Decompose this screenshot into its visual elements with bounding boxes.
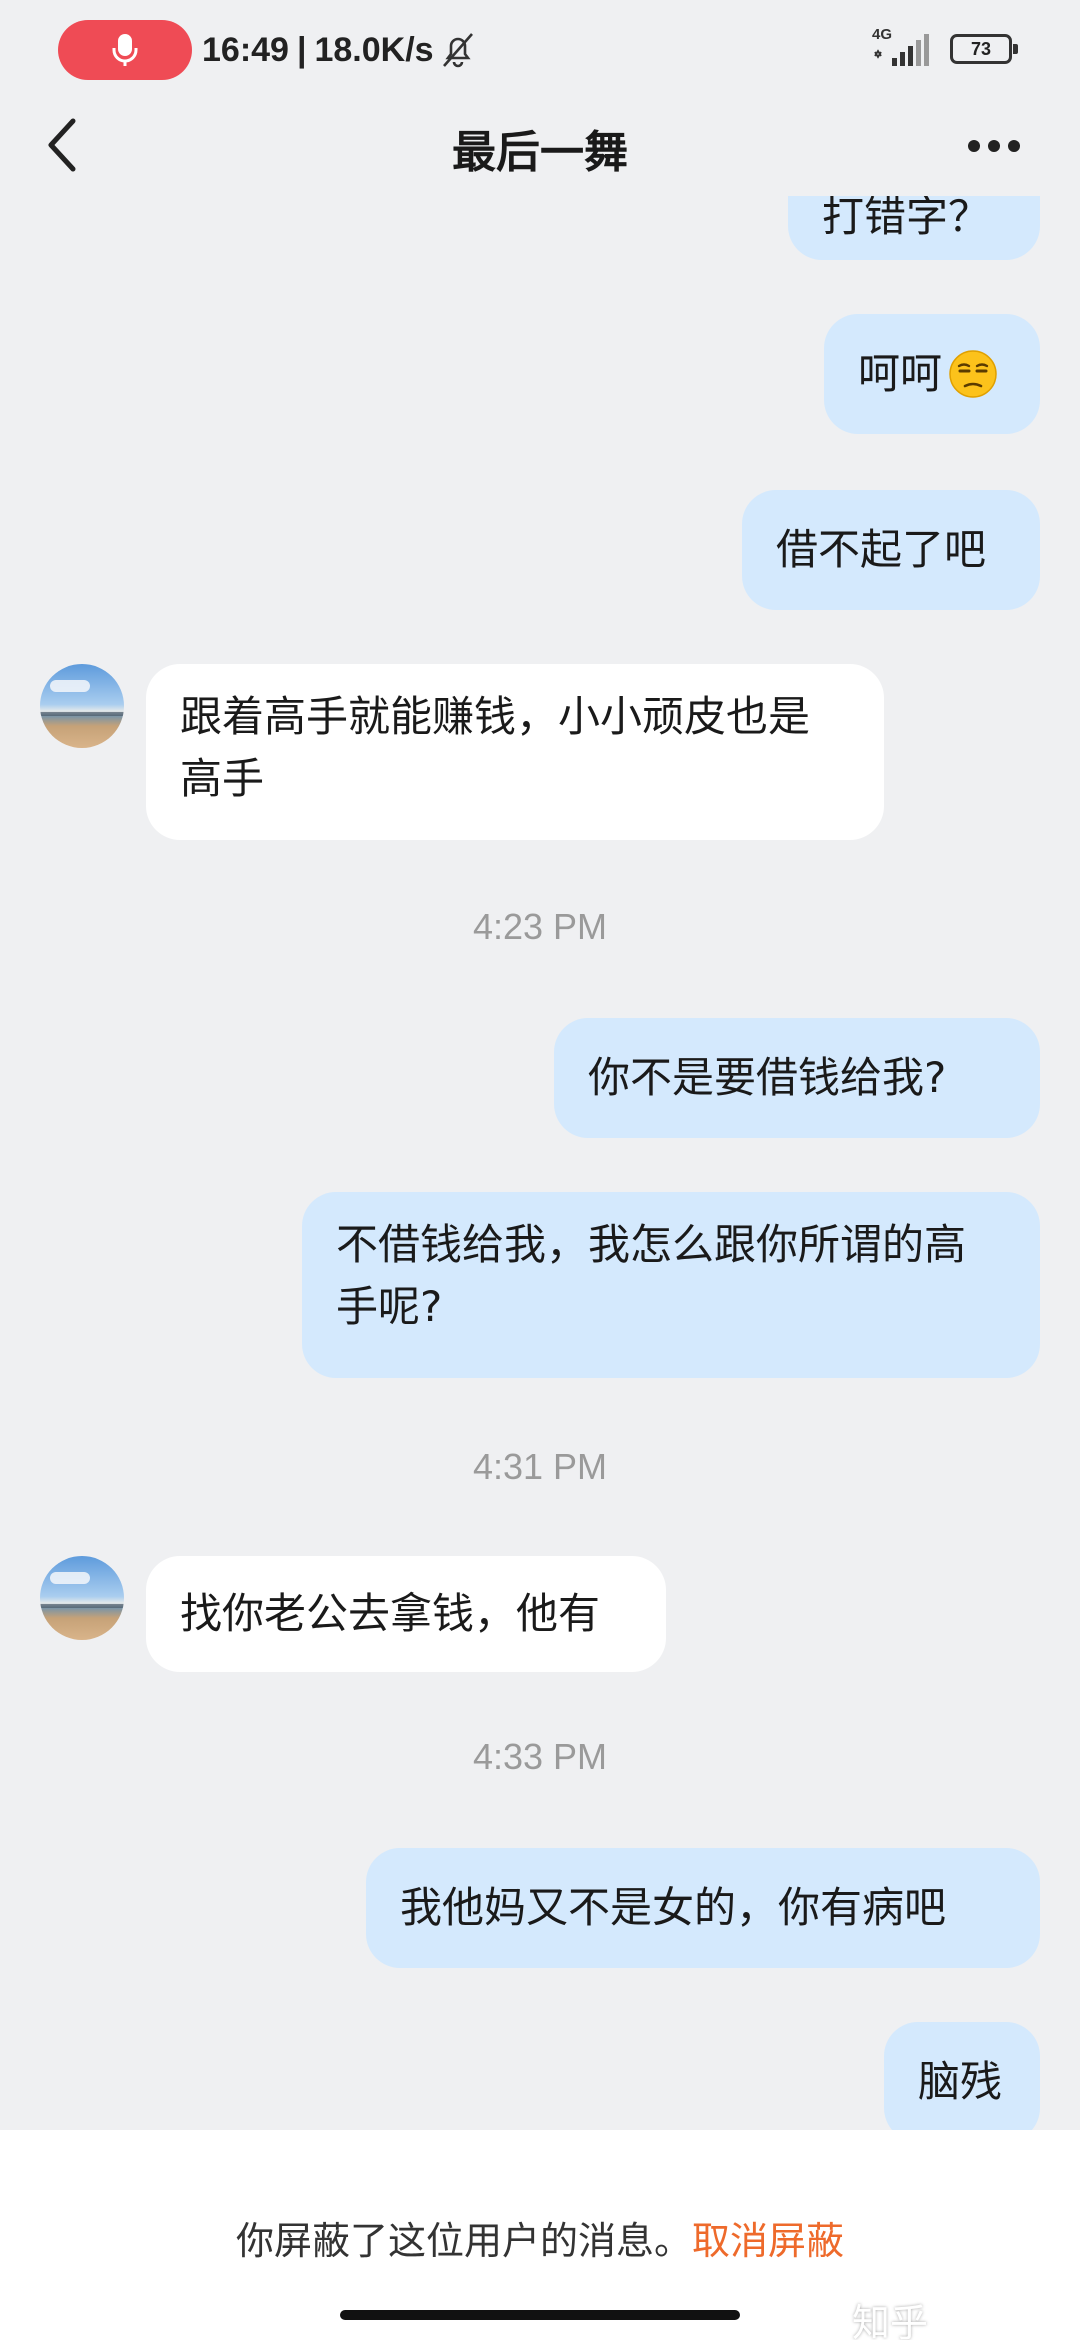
watermark: 知乎 @yeouttb — [852, 2303, 929, 2340]
status-bar: 16:49 | 18.0K/s 4G 73 — [0, 0, 1080, 96]
more-dot-icon — [1008, 140, 1020, 152]
microphone-icon — [112, 34, 138, 66]
status-text: 16:49 | 18.0K/s — [202, 24, 434, 76]
message-bubble-incoming[interactable]: 跟着高手就能赚钱，小小顽皮也是高手 — [146, 664, 884, 840]
message-text: 打错字？ — [822, 196, 991, 241]
message-text: 找你老公去拿钱，他有 — [180, 1589, 601, 1638]
battery-indicator: 73 — [950, 34, 1018, 64]
message-text: 不借钱给我，我怎么跟你所谓的高手呢? — [336, 1220, 967, 1331]
home-indicator[interactable] — [340, 2310, 740, 2320]
more-dot-icon — [968, 140, 980, 152]
network-speed: 18.0K/s — [314, 30, 434, 69]
message-text: 你不是要借钱给我? — [588, 1053, 947, 1102]
more-options-button[interactable] — [954, 118, 1034, 174]
message-bubble-outgoing[interactable]: 你不是要借钱给我? — [554, 1018, 1040, 1138]
contact-avatar[interactable] — [40, 664, 124, 748]
message-text: 脑残 — [918, 2057, 1003, 2106]
chat-title: 最后一舞 — [452, 127, 628, 178]
message-bubble-outgoing[interactable]: 我他妈又不是女的，你有病吧 — [366, 1848, 1040, 1968]
message-text: 我他妈又不是女的，你有病吧 — [400, 1883, 947, 1932]
status-separator: | — [296, 30, 307, 69]
message-text: 借不起了吧 — [776, 525, 987, 574]
message-timestamp: 4:23 PM — [472, 906, 608, 947]
blocked-notice-text: 你屏蔽了这位用户的消息。 — [235, 2219, 692, 2263]
message-bubble-outgoing[interactable]: 呵呵 — [824, 314, 1040, 434]
signal-bars-icon — [874, 34, 929, 66]
message-list[interactable]: 打错字？ 呵呵 借不起了吧 跟着高手就能赚钱，小小顽皮也是高手 4:23 PM … — [0, 196, 1080, 2130]
message-bubble-outgoing[interactable]: 借不起了吧 — [742, 490, 1040, 610]
message-text: 呵呵 — [858, 349, 943, 398]
recording-indicator[interactable] — [58, 20, 192, 80]
message-bubble-outgoing[interactable]: 脑残 — [884, 2022, 1040, 2130]
contact-avatar[interactable] — [40, 1556, 124, 1640]
blocked-notice-bar: 你屏蔽了这位用户的消息。取消屏蔽 知乎 @yeouttb — [0, 2130, 1080, 2340]
message-bubble-incoming[interactable]: 找你老公去拿钱，他有 — [146, 1556, 666, 1672]
message-bubble-outgoing[interactable]: 不借钱给我，我怎么跟你所谓的高手呢? — [302, 1192, 1040, 1378]
chat-screen: 16:49 | 18.0K/s 4G 73 最后一舞 打错字？ 呵呵 借不起了吧… — [0, 0, 1080, 2340]
unblock-link[interactable]: 取消屏蔽 — [692, 2219, 844, 2263]
message-text: 跟着高手就能赚钱，小小顽皮也是高手 — [180, 692, 811, 803]
bell-muted-icon — [443, 33, 473, 68]
unamused-face-icon — [949, 350, 997, 398]
clock: 16:49 — [202, 30, 289, 69]
message-timestamp: 4:33 PM — [472, 1736, 608, 1777]
message-timestamp: 4:31 PM — [472, 1446, 608, 1487]
cellular-signal: 4G — [872, 26, 936, 70]
blocked-notice: 你屏蔽了这位用户的消息。取消屏蔽 — [0, 2210, 1080, 2265]
more-dot-icon — [988, 140, 1000, 152]
chat-header: 最后一舞 — [0, 96, 1080, 196]
message-bubble-outgoing[interactable]: 打错字？ — [788, 196, 1040, 260]
